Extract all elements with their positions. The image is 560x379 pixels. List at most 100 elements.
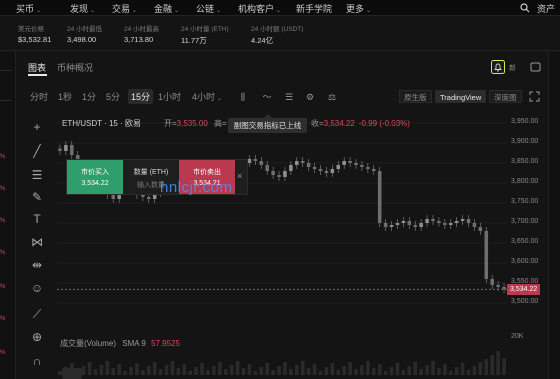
candle <box>484 231 489 279</box>
volume-bar <box>448 371 453 375</box>
view-native-button[interactable]: 原生版 <box>399 90 432 103</box>
collapse-icon[interactable] <box>62 368 82 379</box>
volume-bar <box>372 368 376 375</box>
fullscreen-icon[interactable] <box>529 91 540 102</box>
interval-1h[interactable]: 1小时 <box>158 90 181 103</box>
volume-bar <box>425 365 429 375</box>
pattern-icon[interactable]: ⋈ <box>29 234 45 250</box>
candle <box>496 285 500 287</box>
settings-icon[interactable]: ⚙ <box>304 91 316 103</box>
price-tick-label: 3,900.00 <box>511 138 539 145</box>
volume-bar <box>206 370 210 375</box>
candle <box>372 169 376 171</box>
volume-bar <box>99 365 104 375</box>
zoom-in-icon[interactable]: ⊕ <box>29 329 45 345</box>
emoji-icon[interactable]: ☺ <box>29 280 45 296</box>
volume-bar <box>460 363 465 375</box>
price-tick-label: 3,800.00 <box>511 178 539 185</box>
candle <box>295 161 299 165</box>
ruler-icon[interactable]: ⟋ <box>29 306 45 322</box>
nav-discover[interactable]: 发现 ⌄ <box>70 2 95 15</box>
bell-icon[interactable] <box>491 60 505 74</box>
candle <box>312 167 317 169</box>
interval-15m[interactable]: 15分 <box>128 89 154 104</box>
change-mark: % <box>0 350 6 356</box>
candle <box>330 169 335 173</box>
nav-buy-crypto[interactable]: 买币 ⌄ <box>16 2 41 15</box>
interval-5m[interactable]: 5分 <box>106 90 120 103</box>
volume-bar <box>147 366 151 375</box>
ohlc-close: 收=3,534.22 -0.99 (-0.03%) <box>311 119 410 128</box>
tab-chart[interactable]: 图表 <box>28 61 46 74</box>
volume-bar <box>111 368 116 375</box>
interval-1s[interactable]: 1秒 <box>58 90 72 103</box>
price-axis: 3,950.00 3,900.00 3,850.00 3,800.00 3,750.00… <box>507 113 548 379</box>
nav-more[interactable]: 更多 ⌄ <box>346 2 371 15</box>
price-tick-label: 3,850.00 <box>511 158 539 165</box>
volume-bar <box>354 369 358 375</box>
interval-4h[interactable]: 4小时 ⌄ <box>192 90 222 103</box>
brush-icon[interactable]: ✎ <box>29 189 45 205</box>
indicator-tooltip: 副图交易指标已上线 <box>228 114 307 133</box>
volume-bar <box>466 370 471 375</box>
nav-chain[interactable]: 公链 ⌄ <box>196 2 221 15</box>
price-tick-label: 3,950.00 <box>511 118 539 125</box>
drawing-toolbar: + ╱ ☰ ✎ T ⋈ ⇹ ☺ ⟋ ⊕ ∩ <box>17 113 57 379</box>
ohlc-high-label: 高= <box>214 119 227 128</box>
volume-bar <box>194 367 198 375</box>
volume-bar <box>478 362 483 375</box>
volume-bar <box>389 367 394 375</box>
volume-bar <box>295 365 299 375</box>
candle <box>271 171 275 175</box>
horizontal-lines-icon[interactable]: ☰ <box>29 167 45 183</box>
magnet-icon[interactable]: ∩ <box>29 353 45 369</box>
window-icon[interactable] <box>530 62 541 72</box>
stat-24h-turnover: 24 小时额 (USDT) 4.24亿 <box>251 26 304 45</box>
candle <box>289 165 293 171</box>
candle <box>283 171 287 177</box>
view-tradingview-button[interactable]: TradingView <box>435 90 487 103</box>
volume-bar <box>336 370 341 375</box>
indicator-icon[interactable]: 〜 <box>261 91 273 103</box>
volume-bar <box>324 367 329 375</box>
volume-bar <box>223 369 228 375</box>
candle <box>431 219 435 221</box>
volume-bar <box>129 367 133 375</box>
candle-type-icon[interactable]: ⫼ <box>237 91 249 103</box>
text-icon[interactable]: T <box>29 211 45 227</box>
market-buy-button[interactable]: 市价买入 3,534.22 <box>67 160 123 194</box>
candle <box>437 221 441 223</box>
market-list-edge: % % % % % % % <box>0 52 16 379</box>
tab-coin-overview[interactable]: 币种概况 <box>57 61 93 74</box>
trendline-icon[interactable]: ╱ <box>29 143 45 159</box>
volume-bar <box>443 364 447 375</box>
measure-icon[interactable]: ⇹ <box>29 257 45 273</box>
stat-24h-low: 24 小时最低 3,498.00 <box>67 26 103 44</box>
interval-timeshare[interactable]: 分时 <box>30 90 48 103</box>
close-icon[interactable]: × <box>237 171 242 181</box>
stat-24h-high: 24 小时最高 3,713.80 <box>124 26 160 44</box>
candle <box>277 175 281 177</box>
nav-academy[interactable]: 新手学院 <box>296 2 332 15</box>
candle <box>490 279 494 285</box>
stat-24h-volume: 24 小时量 (ETH) 11.77万 <box>181 26 229 45</box>
nav-institutional[interactable]: 机构客户 ⌄ <box>238 2 281 15</box>
nav-finance[interactable]: 金融 ⌄ <box>154 2 179 15</box>
volume-bar <box>135 363 139 375</box>
volume-bar <box>117 364 121 375</box>
chart-tabs: 图表 币种概况 新 <box>17 58 547 78</box>
candle <box>395 223 400 225</box>
candle <box>259 161 264 165</box>
search-icon[interactable] <box>520 3 530 13</box>
volume-bar <box>431 361 435 375</box>
nav-assets[interactable]: 资产 <box>537 2 555 15</box>
view-depth-button[interactable]: 深度图 <box>489 90 522 103</box>
crosshair-icon[interactable]: + <box>29 119 45 135</box>
compare-icon[interactable]: ⚖ <box>326 91 338 103</box>
volume-bar <box>170 361 175 375</box>
nav-trade[interactable]: 交易 ⌄ <box>112 2 137 15</box>
layout-icon[interactable]: ☰ <box>283 91 295 103</box>
candle <box>306 163 311 167</box>
candle <box>253 159 258 161</box>
interval-1m[interactable]: 1分 <box>82 90 96 103</box>
